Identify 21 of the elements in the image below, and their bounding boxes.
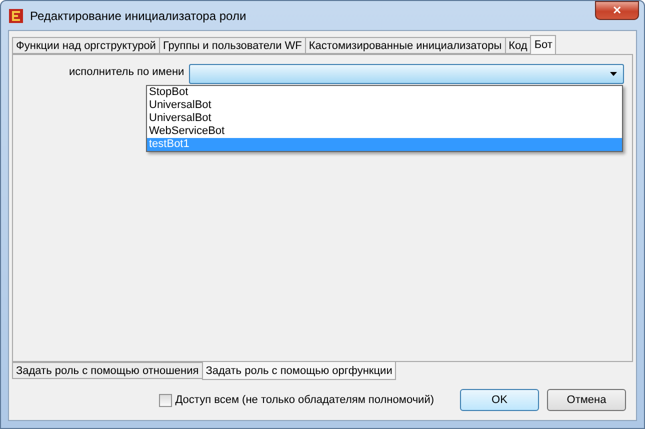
tab[interactable]: Кастомизированные инициализаторы xyxy=(304,37,506,54)
tab[interactable]: Функции над оргструктурой xyxy=(12,37,160,54)
tab[interactable]: Код xyxy=(504,37,532,54)
window-title: Редактирование инициализатора роли xyxy=(30,8,246,22)
caret-icon xyxy=(610,72,617,76)
tab[interactable]: Задать роль с помощью оргфункции xyxy=(202,362,396,380)
app-logo-icon xyxy=(8,8,24,24)
dropdown-field[interactable] xyxy=(189,64,624,84)
dropdown-option[interactable]: UniversalBot xyxy=(147,112,622,125)
tab[interactable]: Группы и пользователи WF xyxy=(158,37,306,54)
dropdown-option[interactable]: UniversalBot xyxy=(147,99,622,112)
checkbox-label: Доступ всем (не только обладателям полномочий) xyxy=(175,394,434,406)
ok-button[interactable]: OK xyxy=(460,389,539,411)
close-button[interactable]: ✕ xyxy=(595,1,639,20)
tab[interactable]: Бот xyxy=(530,35,556,54)
field-label: исполнитель по имени xyxy=(69,66,184,78)
cancel-button[interactable]: Отмена xyxy=(547,389,626,411)
dropdown-option[interactable]: StopBot xyxy=(147,86,622,99)
dropdown-option[interactable]: WebServiceBot xyxy=(147,125,622,138)
tab[interactable]: Задать роль с помощью отношения xyxy=(12,362,203,379)
checkbox[interactable] xyxy=(159,394,172,406)
